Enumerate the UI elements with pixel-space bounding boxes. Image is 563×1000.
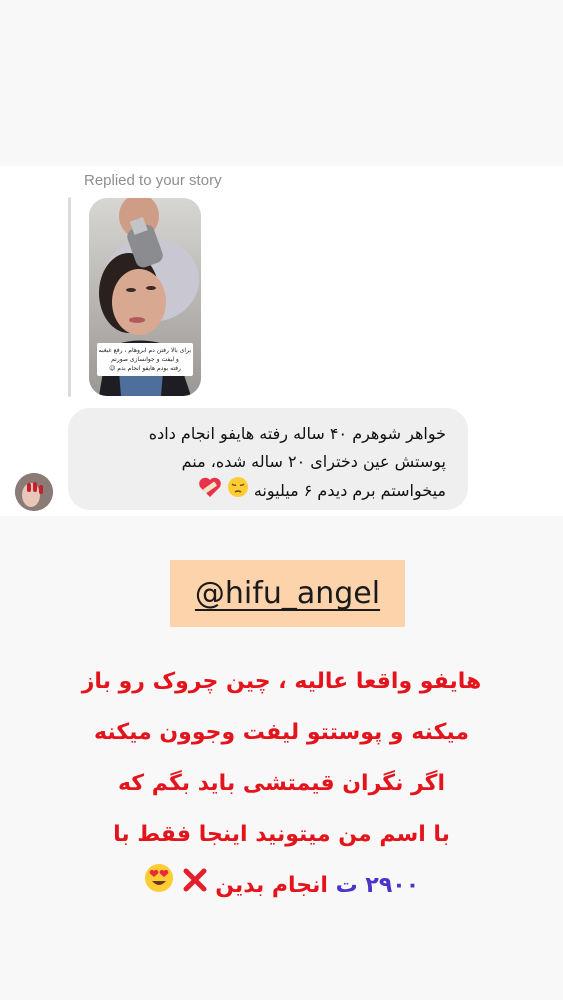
message-line-text: میخواستم برم دیدم ۶ میلیونه [253, 481, 446, 500]
story-caption-line: برای بالا رفتن دم ابروهام ، رفع غبغبم [99, 347, 191, 354]
story-thumbnail[interactable]: برای بالا رفتن دم ابروهام ، رفع غبغبم و … [89, 198, 201, 396]
replied-to-story-label: Replied to your story [84, 172, 222, 189]
story-caption: برای بالا رفتن دم ابروهام ، رفع غبغبم و … [97, 343, 193, 376]
account-handle-text: @hifu_angel [194, 576, 381, 611]
message-line: خواهر شوهرم ۴۰ ساله رفته هایفو انجام داد… [148, 424, 446, 443]
pensive-face-icon [227, 476, 249, 507]
account-handle[interactable]: @hifu_angel [170, 560, 405, 627]
story-caption-line: و لیفت و جوانسازی صورتم [111, 356, 179, 363]
heart-with-bandage-icon [198, 476, 222, 507]
heart-eyes-face-icon [144, 861, 174, 912]
promo-price: ۲۹۰۰ ت [335, 873, 420, 898]
promo-final-text: انجام بدین [215, 873, 328, 898]
account-handle-highlight: @hifu_angel [170, 560, 405, 627]
cross-mark-icon [182, 861, 208, 912]
promo-line: میکنه و پوستتو لیفت وجوون میکنه [94, 720, 469, 745]
promo-line: هایفو واقعا عالیه ، چین چروک رو باز [81, 669, 482, 694]
story-caption-line: رفته بودم هایفو انجام بدم 😉 [109, 365, 181, 372]
message-bubble[interactable]: خواهر شوهرم ۴۰ ساله رفته هایفو انجام داد… [68, 408, 468, 510]
promo-final-line: ۲۹۰۰ ت انجام بدین [40, 860, 523, 912]
reply-quote-bar [68, 197, 71, 397]
promo-text: هایفو واقعا عالیه ، چین چروک رو باز میکن… [40, 656, 523, 912]
message-line-with-emoji: میخواستم برم دیدم ۶ میلیونه [90, 476, 446, 507]
promo-line: اگر نگران قیمتشی باید بگم که [117, 771, 446, 796]
promo-line: با اسم من میتونید اینجا فقط با [113, 822, 450, 847]
sender-avatar[interactable] [15, 473, 53, 511]
message-line: پوستش عین دخترای ۲۰ ساله شده، منم [181, 452, 446, 471]
